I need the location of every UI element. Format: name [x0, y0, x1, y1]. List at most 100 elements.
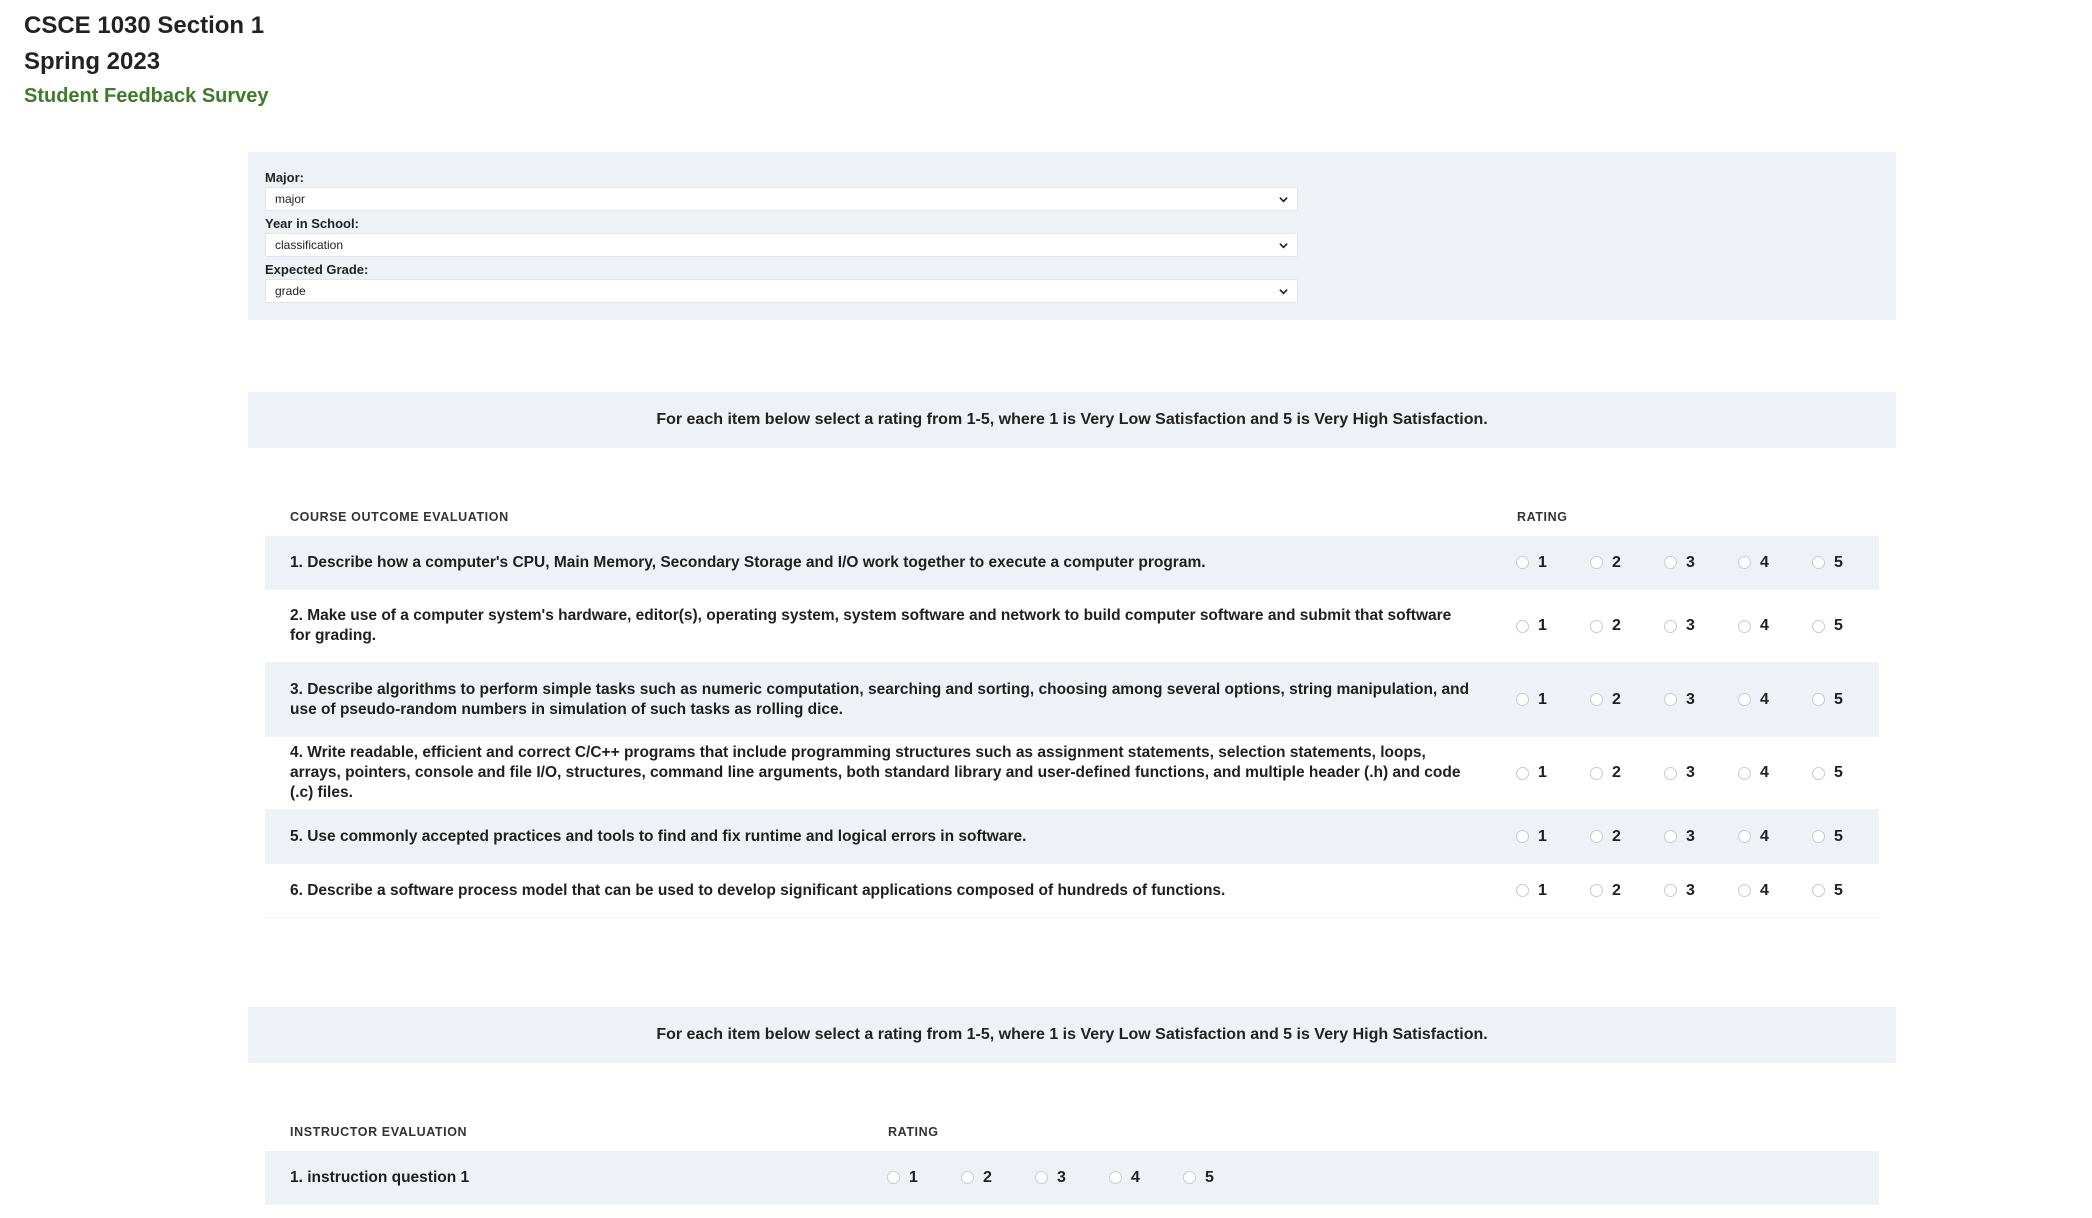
- rating-option-5[interactable]: 5: [1812, 617, 1886, 635]
- rating-option-1[interactable]: 1: [1516, 828, 1590, 846]
- rating-radio[interactable]: [1516, 766, 1529, 780]
- rating-radio[interactable]: [887, 1171, 900, 1184]
- rating-option-3[interactable]: 3: [1664, 691, 1738, 709]
- rating-option-label: 2: [983, 1168, 992, 1186]
- rating-option-label: 3: [1686, 553, 1695, 571]
- rating-radio[interactable]: [1590, 556, 1603, 569]
- year-select[interactable]: classification: [265, 233, 1298, 257]
- rating-option-label: 5: [1834, 764, 1843, 781]
- rating-option-label: 4: [1760, 881, 1769, 899]
- rating-radio[interactable]: [1812, 619, 1825, 633]
- rating-option-5[interactable]: 5: [1812, 882, 1886, 900]
- rating-radio[interactable]: [1664, 619, 1677, 633]
- rating-radio[interactable]: [1516, 619, 1529, 633]
- rating-radio[interactable]: [1516, 556, 1529, 569]
- rating-option-2[interactable]: 2: [1590, 764, 1664, 782]
- rating-option-1[interactable]: 1: [1516, 691, 1590, 709]
- course-eval-rating-title: RATING: [1517, 510, 1568, 524]
- rating-option-label: 2: [1612, 617, 1621, 634]
- question-text: 5. Use commonly accepted practices and t…: [290, 827, 1027, 845]
- rating-radio[interactable]: [1738, 693, 1751, 706]
- rating-option-2[interactable]: 2: [1590, 554, 1664, 572]
- course-outcome-evaluation: COURSE OUTCOME EVALUATION RATING 1. Desc…: [265, 496, 1879, 918]
- rating-option-2[interactable]: 2: [1590, 828, 1664, 846]
- rating-radio[interactable]: [1590, 619, 1603, 633]
- rating-option-3[interactable]: 3: [1664, 554, 1738, 572]
- rating-option-4[interactable]: 4: [1738, 691, 1812, 709]
- rating-option-3[interactable]: 3: [1664, 828, 1738, 846]
- rating-radio[interactable]: [1664, 556, 1677, 569]
- rating-option-2[interactable]: 2: [961, 1169, 1035, 1187]
- rating-option-5[interactable]: 5: [1183, 1169, 1257, 1187]
- rating-radio[interactable]: [1590, 830, 1603, 843]
- rating-radio[interactable]: [1812, 693, 1825, 706]
- rating-radio[interactable]: [1664, 766, 1677, 780]
- course-eval-header: COURSE OUTCOME EVALUATION RATING: [265, 496, 1879, 536]
- rating-radio[interactable]: [1590, 693, 1603, 706]
- grade-label: Expected Grade:: [265, 262, 369, 277]
- rating-option-label: 4: [1760, 690, 1769, 708]
- rating-radio[interactable]: [1812, 766, 1825, 780]
- rating-group: 1 2 3 4 5: [1516, 691, 1886, 709]
- grade-select-value: grade: [275, 284, 306, 298]
- question-text: 2. Make use of a computer system's hardw…: [290, 607, 1452, 644]
- rating-radio[interactable]: [1664, 884, 1677, 897]
- demographics-panel: Major: major Year in School: classificat…: [248, 152, 1896, 320]
- rating-option-4[interactable]: 4: [1738, 828, 1812, 846]
- rating-option-label: 1: [1538, 553, 1547, 571]
- rating-option-label: 5: [1834, 881, 1843, 899]
- rating-option-3[interactable]: 3: [1664, 764, 1738, 782]
- rating-option-5[interactable]: 5: [1812, 691, 1886, 709]
- rating-option-4[interactable]: 4: [1738, 617, 1812, 635]
- grade-select[interactable]: grade: [265, 279, 1298, 303]
- rating-option-4[interactable]: 4: [1738, 882, 1812, 900]
- rating-radio[interactable]: [1109, 1171, 1122, 1184]
- rating-option-1[interactable]: 1: [1516, 554, 1590, 572]
- rating-radio[interactable]: [1035, 1171, 1048, 1184]
- rating-radio[interactable]: [961, 1171, 974, 1184]
- rating-group: 1 2 3 4 5: [887, 1169, 1257, 1187]
- rating-radio[interactable]: [1516, 693, 1529, 706]
- rating-option-label: 1: [1538, 881, 1547, 899]
- rating-option-5[interactable]: 5: [1812, 828, 1886, 846]
- rating-option-1[interactable]: 1: [1516, 882, 1590, 900]
- rating-option-3[interactable]: 3: [1664, 617, 1738, 635]
- rating-option-5[interactable]: 5: [1812, 554, 1886, 572]
- rating-radio[interactable]: [1516, 830, 1529, 843]
- rating-option-2[interactable]: 2: [1590, 691, 1664, 709]
- rating-group: 1 2 3 4 5: [1516, 764, 1886, 782]
- rating-option-label: 3: [1686, 764, 1695, 781]
- rating-radio[interactable]: [1738, 830, 1751, 843]
- rating-option-1[interactable]: 1: [887, 1169, 961, 1187]
- rating-option-5[interactable]: 5: [1812, 764, 1886, 782]
- rating-group: 1 2 3 4 5: [1516, 617, 1886, 635]
- rating-radio[interactable]: [1664, 830, 1677, 843]
- rating-radio[interactable]: [1738, 766, 1751, 780]
- rating-radio[interactable]: [1812, 830, 1825, 843]
- rating-option-label: 3: [1686, 617, 1695, 634]
- rating-radio[interactable]: [1664, 693, 1677, 706]
- rating-option-label: 5: [1834, 553, 1843, 571]
- rating-radio[interactable]: [1738, 556, 1751, 569]
- rating-radio[interactable]: [1738, 884, 1751, 897]
- rating-option-1[interactable]: 1: [1516, 764, 1590, 782]
- rating-option-2[interactable]: 2: [1590, 882, 1664, 900]
- rating-radio[interactable]: [1738, 619, 1751, 633]
- course-eval-title: COURSE OUTCOME EVALUATION: [290, 510, 509, 524]
- rating-option-4[interactable]: 4: [1738, 764, 1812, 782]
- rating-option-2[interactable]: 2: [1590, 617, 1664, 635]
- rating-option-4[interactable]: 4: [1109, 1169, 1183, 1187]
- rating-radio[interactable]: [1812, 556, 1825, 569]
- major-select[interactable]: major: [265, 187, 1298, 211]
- rating-radio[interactable]: [1590, 766, 1603, 780]
- instructions-banner: For each item below select a rating from…: [248, 392, 1896, 448]
- rating-option-label: 2: [1612, 827, 1621, 845]
- rating-option-1[interactable]: 1: [1516, 617, 1590, 635]
- rating-option-3[interactable]: 3: [1035, 1169, 1109, 1187]
- rating-radio[interactable]: [1590, 884, 1603, 897]
- rating-radio[interactable]: [1812, 884, 1825, 897]
- rating-radio[interactable]: [1516, 884, 1529, 897]
- rating-option-4[interactable]: 4: [1738, 554, 1812, 572]
- rating-option-3[interactable]: 3: [1664, 882, 1738, 900]
- rating-radio[interactable]: [1183, 1171, 1196, 1184]
